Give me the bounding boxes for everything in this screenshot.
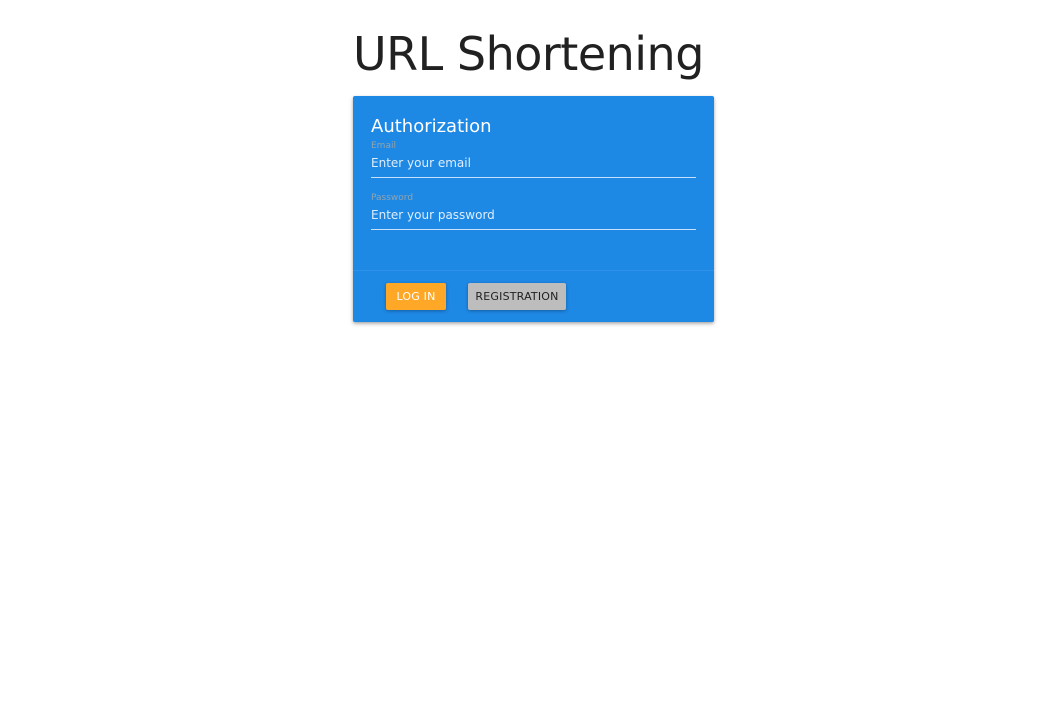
page: URL Shortening Authorization Email Passw…	[0, 0, 1064, 703]
email-label: Email	[371, 141, 396, 151]
email-field-group: Email	[371, 140, 696, 178]
password-field-group: Password	[371, 192, 696, 230]
authorization-card: Authorization Email Password Log in Regi…	[353, 96, 714, 322]
registration-button[interactable]: Registration	[468, 283, 566, 310]
password-input[interactable]	[371, 204, 696, 230]
card-actions-divider	[353, 270, 714, 271]
card-title: Authorization	[371, 116, 492, 137]
page-title: URL Shortening	[353, 27, 704, 81]
password-label: Password	[371, 193, 414, 203]
email-input[interactable]	[371, 152, 696, 178]
login-button[interactable]: Log in	[386, 283, 446, 310]
